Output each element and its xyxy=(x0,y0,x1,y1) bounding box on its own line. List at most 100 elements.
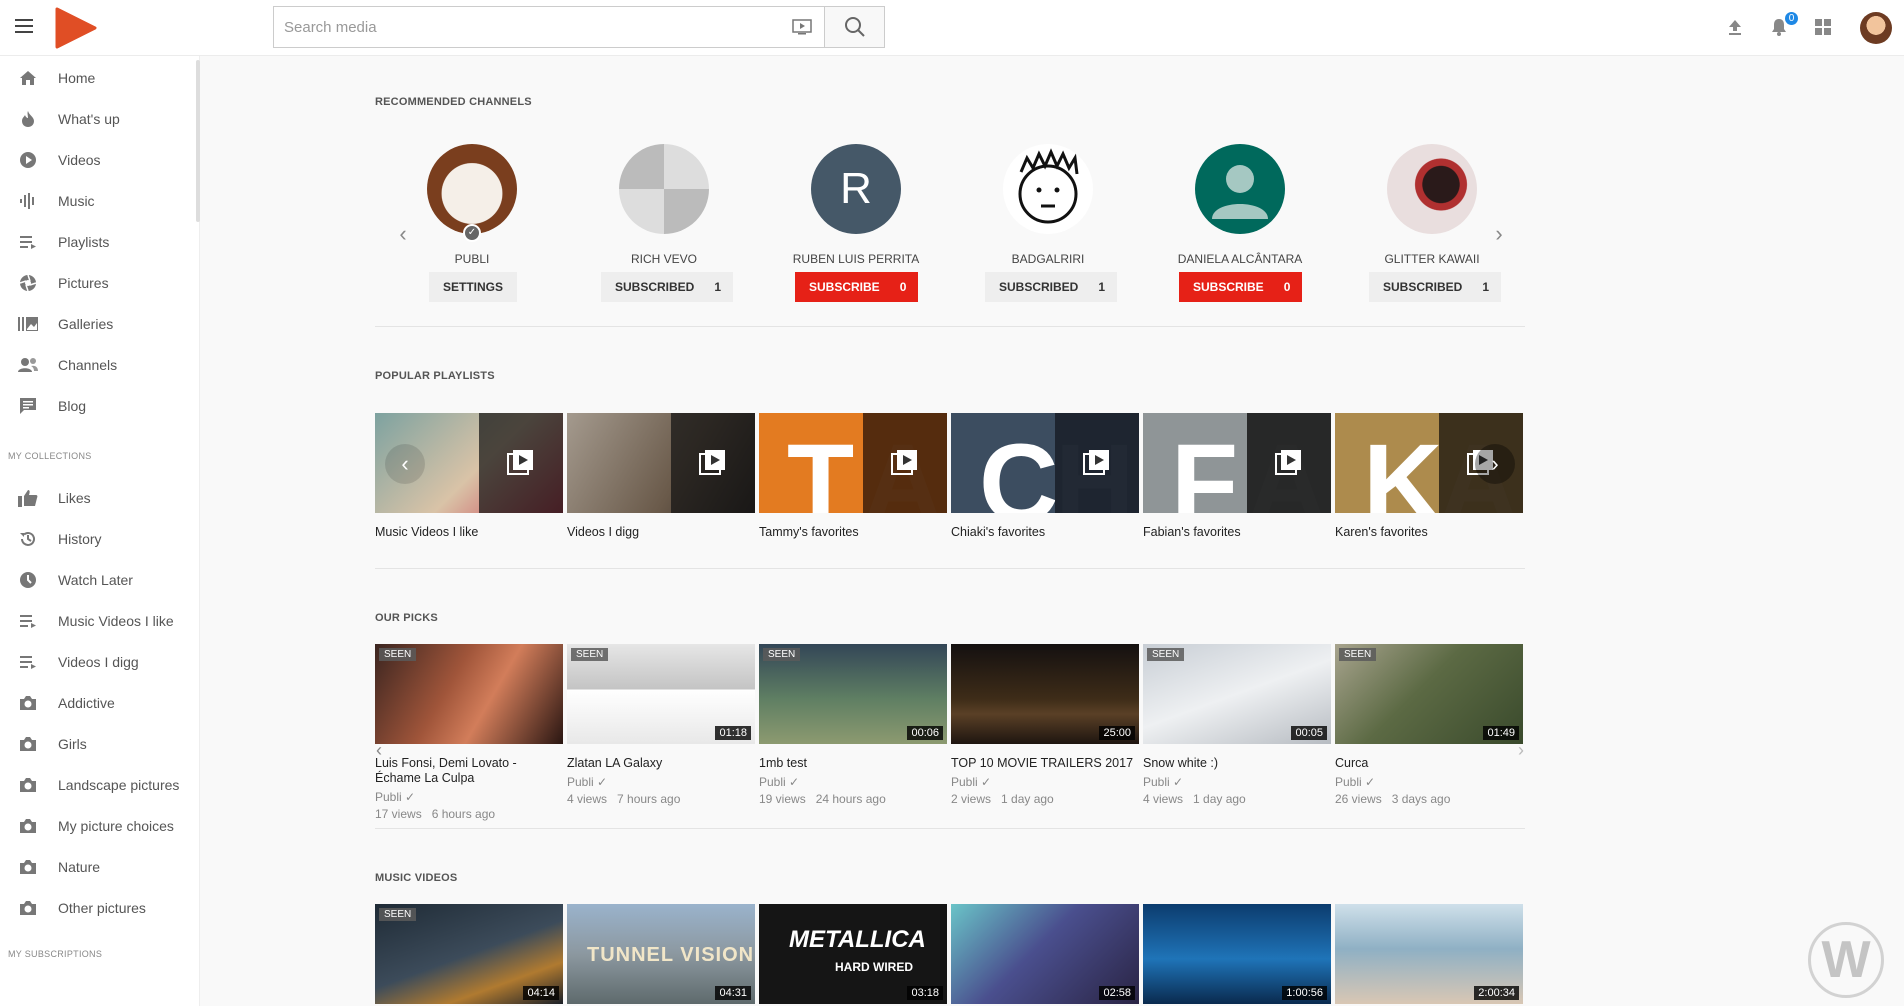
playlist-thumbnail[interactable]: C H xyxy=(951,413,1139,513)
video-thumbnail[interactable]: 2:00:34 xyxy=(1335,904,1523,1004)
video-duration: 00:06 xyxy=(907,726,943,740)
video-thumbnail[interactable]: 25:00 xyxy=(951,644,1139,744)
playlists-next-arrow[interactable]: › xyxy=(1475,444,1515,484)
channel-avatar[interactable] xyxy=(1003,144,1093,234)
picks-next-arrow[interactable]: › xyxy=(1501,730,1541,770)
video-card[interactable]: 25:00 TOP 10 MOVIE TRAILERS 2017 Publi ✓… xyxy=(951,644,1139,807)
search-button[interactable] xyxy=(824,7,884,47)
playlist-thumbnail[interactable] xyxy=(567,413,755,513)
music-video-card[interactable]: TUNNEL VISION 04:31 xyxy=(567,904,755,1004)
video-thumbnail[interactable]: SEEN 00:06 xyxy=(759,644,947,744)
sidebar-item-home[interactable]: Home xyxy=(0,58,196,98)
video-duration: 00:05 xyxy=(1291,726,1327,740)
video-channel[interactable]: Publi ✓ xyxy=(951,775,1139,790)
channel-avatar[interactable]: R xyxy=(811,144,901,234)
sidebar-item-history[interactable]: History xyxy=(0,519,196,559)
music-video-card[interactable]: SEEN 04:14 xyxy=(375,904,563,1004)
video-thumbnail[interactable]: SEEN 00:05 xyxy=(1143,644,1331,744)
playlists-prev-arrow[interactable]: ‹ xyxy=(385,444,425,484)
playlist-card[interactable]: C H Chiaki's favorites xyxy=(951,413,1139,540)
music-video-card[interactable]: METALLICA HARD WIRED 03:18 xyxy=(759,904,947,1004)
playlist-card[interactable]: Videos I digg xyxy=(567,413,755,540)
apps-grid-icon[interactable] xyxy=(1812,16,1834,38)
picks-prev-arrow[interactable]: ‹ xyxy=(359,730,399,770)
subscribe-button[interactable]: SUBSCRIBE 0 xyxy=(795,272,919,302)
subscribed-button[interactable]: SUBSCRIBED 1 xyxy=(985,272,1118,302)
video-thumbnail[interactable]: SEEN 04:14 xyxy=(375,904,563,1004)
clock-icon xyxy=(18,570,38,590)
search-input[interactable] xyxy=(274,7,780,47)
playlist-card[interactable]: F A Fabian's favorites xyxy=(1143,413,1331,540)
video-card[interactable]: SEEN Luis Fonsi, Demi Lovato - Échame La… xyxy=(375,644,563,822)
video-duration: 03:18 xyxy=(907,986,943,1000)
channels-next-arrow[interactable]: › xyxy=(1479,214,1519,254)
video-thumbnail[interactable]: SEEN 01:18 xyxy=(567,644,755,744)
media-search-icon[interactable] xyxy=(780,7,824,47)
gallery-icon xyxy=(18,314,38,334)
channel-avatar[interactable] xyxy=(619,144,709,234)
video-thumbnail[interactable]: 02:58 xyxy=(951,904,1139,1004)
sidebar-item-likes[interactable]: Likes xyxy=(0,478,196,518)
sidebar-scrollbar[interactable] xyxy=(196,60,200,222)
thumbnail-text: METALLICA xyxy=(789,926,926,953)
channels-prev-arrow[interactable]: ‹ xyxy=(383,214,423,254)
music-video-card[interactable]: 1:00:56 xyxy=(1143,904,1331,1004)
sidebar-item-music[interactable]: Music xyxy=(0,181,196,221)
user-avatar[interactable] xyxy=(1860,12,1892,44)
channel-avatar[interactable] xyxy=(1387,144,1477,234)
playlist-card[interactable]: T A Tammy's favorites xyxy=(759,413,947,540)
sidebar-item-pictures[interactable]: Pictures xyxy=(0,263,196,303)
video-card[interactable]: SEEN 01:18 Zlatan LA Galaxy Publi ✓ 4 vi… xyxy=(567,644,755,807)
video-thumbnail[interactable]: 1:00:56 xyxy=(1143,904,1331,1004)
video-card[interactable]: SEEN 00:06 1mb test Publi ✓ 19 views 24 h… xyxy=(759,644,947,807)
sidebar-item-label: Channels xyxy=(58,357,118,373)
sidebar-item-galleries[interactable]: Galleries xyxy=(0,304,196,344)
sidebar-item-blog[interactable]: Blog xyxy=(0,386,196,426)
sidebar-item-playlists[interactable]: Playlists xyxy=(0,222,196,262)
playlist-thumbnail[interactable]: T A xyxy=(759,413,947,513)
sidebar-item-addictive[interactable]: Addictive xyxy=(0,683,196,723)
site-logo[interactable] xyxy=(54,6,98,50)
video-channel[interactable]: Publi ✓ xyxy=(567,775,755,790)
menu-icon[interactable] xyxy=(12,14,36,38)
video-channel[interactable]: Publi ✓ xyxy=(1143,775,1331,790)
video-channel[interactable]: Publi ✓ xyxy=(759,775,947,790)
sidebar-item-my-picture-choices[interactable]: My picture choices xyxy=(0,806,196,846)
video-thumbnail[interactable]: TUNNEL VISION 04:31 xyxy=(567,904,755,1004)
video-card[interactable]: SEEN 01:49 Curca Publi ✓ 26 views 3 days … xyxy=(1335,644,1523,807)
upload-icon[interactable] xyxy=(1724,16,1746,38)
video-thumbnail[interactable]: METALLICA HARD WIRED 03:18 xyxy=(759,904,947,1004)
sidebar-item-label: Home xyxy=(58,70,96,86)
video-channel[interactable]: Publi ✓ xyxy=(1335,775,1523,790)
sidebar-item-videos[interactable]: Videos xyxy=(0,140,196,180)
sidebar-item-other-pictures[interactable]: Other pictures xyxy=(0,888,196,928)
video-thumbnail[interactable]: SEEN xyxy=(375,644,563,744)
sidebar-item-girls[interactable]: Girls xyxy=(0,724,196,764)
subscribed-button[interactable]: SUBSCRIBED 1 xyxy=(601,272,734,302)
notifications-icon[interactable]: 0 xyxy=(1768,12,1798,38)
sidebar-item-music-videos-i-like[interactable]: Music Videos I like xyxy=(0,601,196,641)
sidebar-item-label: Blog xyxy=(58,398,87,414)
play-circle-icon xyxy=(18,150,38,170)
sidebar-item-watch-later[interactable]: Watch Later xyxy=(0,560,196,600)
subscribed-button[interactable]: SUBSCRIBED 1 xyxy=(1369,272,1502,302)
thumbs-up-icon xyxy=(18,488,38,508)
subscribe-button[interactable]: SUBSCRIBE 0 xyxy=(1179,272,1303,302)
settings-button[interactable]: SETTINGS xyxy=(429,272,518,302)
sidebar-item-nature[interactable]: Nature xyxy=(0,847,196,887)
video-stats: 2 views 1 day ago xyxy=(951,792,1054,806)
playlist-title: Music Videos I like xyxy=(375,525,479,539)
video-thumbnail[interactable]: SEEN 01:49 xyxy=(1335,644,1523,744)
playlist-thumbnail[interactable]: F A xyxy=(1143,413,1331,513)
channel-avatar[interactable] xyxy=(427,144,517,234)
video-card[interactable]: SEEN 00:05 Snow white :) Publi ✓ 4 views… xyxy=(1143,644,1331,807)
sidebar-item-videos-i-digg[interactable]: Videos I digg xyxy=(0,642,196,682)
sidebar-item-channels[interactable]: Channels xyxy=(0,345,196,385)
video-channel[interactable]: Publi ✓ xyxy=(375,790,563,805)
music-video-card[interactable]: 02:58 xyxy=(951,904,1139,1004)
sidebar-item-whats-up[interactable]: What's up xyxy=(0,99,196,139)
seen-badge: SEEN xyxy=(763,648,801,661)
sidebar-item-landscape-pictures[interactable]: Landscape pictures xyxy=(0,765,196,805)
music-video-card[interactable]: 2:00:34 xyxy=(1335,904,1523,1004)
channel-avatar[interactable] xyxy=(1195,144,1285,234)
